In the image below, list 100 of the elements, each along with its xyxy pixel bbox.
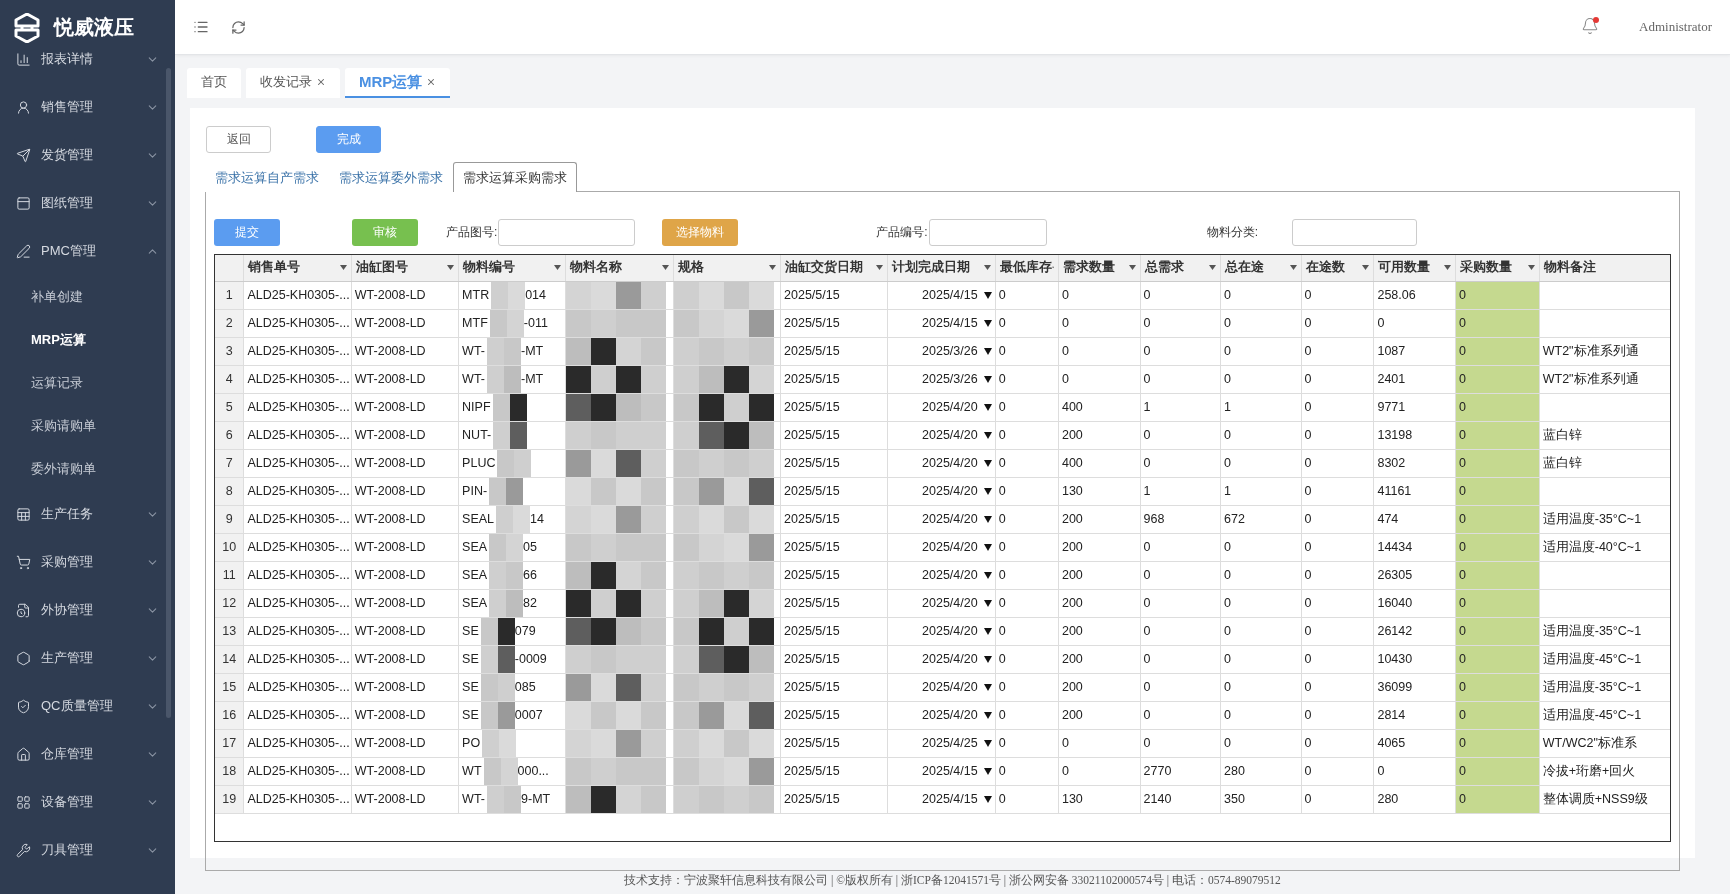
bell-icon[interactable] [1581,17,1600,35]
user-name[interactable]: Administrator [1639,19,1712,35]
sort-caret-icon[interactable] [1444,265,1452,271]
sort-caret-icon[interactable] [447,265,455,271]
input-field[interactable]: 0 [1459,792,1466,806]
table-cell: 2401 [1377,372,1406,386]
sort-caret-icon[interactable] [983,265,991,271]
sort-caret-icon[interactable] [769,265,777,271]
input-field[interactable]: 0 [1459,372,1466,386]
row-number: 18 [215,757,244,785]
sidebar-subitem[interactable]: 运算记录 [0,361,175,404]
input-field[interactable] [498,218,636,246]
dropdown-arrow-icon[interactable] [983,795,992,803]
dropdown-arrow-icon[interactable] [983,655,992,663]
input-field[interactable]: 0 [1459,624,1466,638]
sort-caret-icon[interactable] [661,265,669,271]
input-field[interactable]: 0 [1459,568,1466,582]
dropdown-arrow-icon[interactable] [983,767,992,775]
column-header[interactable]: 最低库存 [995,255,1059,281]
dropdown-arrow-icon[interactable] [983,291,992,299]
input-field[interactable]: 0 [1459,540,1466,554]
refresh-icon[interactable] [231,19,246,35]
dropdown-arrow-icon[interactable] [983,375,992,383]
input-field[interactable]: 0 [1459,316,1466,330]
dropdown-arrow-icon[interactable] [983,683,992,691]
close-icon[interactable] [426,77,437,87]
dropdown-arrow-icon[interactable] [983,711,992,719]
sidebar-item[interactable]: QC质量管理 [0,682,175,730]
sort-caret-icon[interactable] [1362,265,1370,271]
sidebar-subitem[interactable]: 补单创建 [0,275,175,318]
sidebar-item[interactable]: 采购管理 [0,538,175,586]
dropdown-arrow-icon[interactable] [983,571,992,579]
sub-tab[interactable]: 需求运算采购需求 [453,162,577,192]
column-header[interactable]: 采购数量 [1455,255,1540,281]
sidebar-item[interactable]: 外协管理 [0,586,175,634]
page-tab[interactable]: 收发记录 [246,68,340,98]
dropdown-arrow-icon[interactable] [983,319,992,327]
column-header[interactable]: 油缸交货日期 [780,255,888,281]
input-field[interactable]: 0 [1459,428,1466,442]
input-field[interactable]: 0 [1459,456,1466,470]
sidebar-item[interactable]: 设备管理 [0,778,175,826]
input-field[interactable]: 0 [1459,288,1466,302]
sort-caret-icon[interactable] [876,265,884,271]
input-field[interactable]: 0 [1459,344,1466,358]
dropdown-arrow-icon[interactable] [983,543,992,551]
sort-caret-icon[interactable] [1527,265,1535,271]
input-field[interactable] [1292,218,1418,246]
sort-caret-icon[interactable] [1209,265,1216,271]
sidebar-item[interactable]: 销售管理 [0,83,175,131]
scrollbar[interactable] [166,68,171,718]
input-field[interactable]: 0 [1459,652,1466,666]
dropdown-arrow-icon[interactable] [983,515,992,523]
page-tab[interactable]: 首页 [187,68,241,98]
input-field[interactable]: 0 [1459,512,1466,526]
sidebar-item[interactable]: PMC管理 [0,227,175,275]
sidebar-item[interactable]: 生产管理 [0,634,175,682]
sidebar-item[interactable]: 发货管理 [0,131,175,179]
dropdown-arrow-icon[interactable] [983,459,992,467]
input-field[interactable]: 0 [1459,764,1466,778]
column-header[interactable]: 油缸图号 [351,255,459,281]
sort-caret-icon[interactable] [1128,265,1136,271]
column-header[interactable]: 总在途 [1220,255,1301,281]
sidebar-item[interactable]: 刀具管理 [0,826,175,874]
column-header[interactable]: 物料编号 [458,255,566,281]
sidebar-subitem[interactable]: MRP运算 [0,318,175,361]
input-field[interactable]: 0 [1459,596,1466,610]
menu-icon[interactable] [193,19,209,35]
dropdown-arrow-icon[interactable] [983,487,992,495]
dropdown-arrow-icon[interactable] [983,403,992,411]
close-icon[interactable] [316,77,326,87]
input-field[interactable]: 0 [1459,736,1466,750]
sidebar-subitem[interactable]: 采购请购单 [0,404,175,447]
sort-caret-icon[interactable] [339,265,347,271]
sort-caret-icon[interactable] [554,265,562,271]
dropdown-arrow-icon[interactable] [983,599,992,607]
column-header[interactable]: 销售单号 [243,255,352,281]
input-field[interactable]: 0 [1459,484,1466,498]
column-header[interactable]: 物料名称 [565,255,674,281]
dropdown-arrow-icon[interactable] [983,347,992,355]
dropdown-arrow-icon[interactable] [983,739,992,747]
back-button[interactable]: 返回 [206,126,271,153]
input-field[interactable]: 0 [1459,400,1466,414]
sidebar-item[interactable]: 图纸管理 [0,179,175,227]
dropdown-arrow-icon[interactable] [983,627,992,635]
sort-caret-icon[interactable] [1289,265,1297,271]
column-header[interactable]: 可用数量 [1373,255,1456,281]
dropdown-arrow-icon[interactable] [983,431,992,439]
column-header[interactable]: 规格 [673,255,781,281]
column-header[interactable]: 计划完成日期 [887,255,996,281]
column-header[interactable]: 在途数 [1301,255,1374,281]
sidebar-subitem[interactable]: 委外请购单 [0,447,175,490]
input-field[interactable]: 0 [1459,680,1466,694]
sidebar-item[interactable]: 仓库管理 [0,730,175,778]
input-field[interactable] [928,218,1047,246]
column-header[interactable]: 需求数量 [1058,255,1141,281]
table-cell: WT-2008-LD [354,568,426,582]
column-header[interactable]: 物料备注 [1539,255,1670,281]
column-header[interactable]: 总需求 [1140,255,1221,281]
sidebar-item[interactable]: 生产任务 [0,490,175,538]
input-field[interactable]: 0 [1459,708,1466,722]
